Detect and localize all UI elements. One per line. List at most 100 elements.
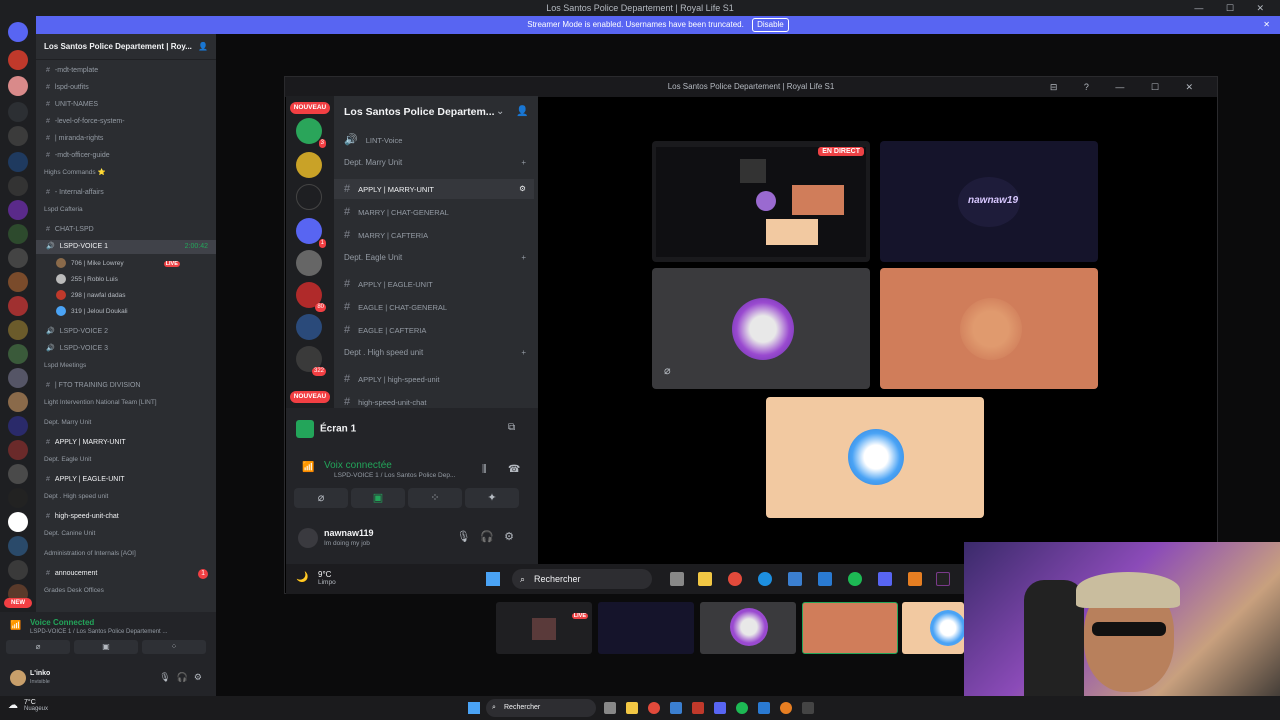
channel-category[interactable]: Dept. Canine Unit <box>36 527 216 541</box>
streaming-app-icon[interactable] <box>936 572 950 586</box>
weather-widget[interactable]: 🌙 9°C Limpo <box>296 570 336 586</box>
server-icon[interactable] <box>296 314 322 340</box>
headphones-icon[interactable]: 🎧 <box>480 531 504 543</box>
channel-item[interactable]: # APPLY | EAGLE-UNIT <box>334 274 534 294</box>
popout-icon[interactable]: ⧉ <box>508 422 515 433</box>
server-icon[interactable]: 80 <box>296 282 326 312</box>
task-view-icon[interactable] <box>604 702 616 714</box>
weather-widget[interactable]: 7°C Nuageux <box>24 699 48 712</box>
noise-suppression-icon[interactable]: ⫼ <box>482 464 487 475</box>
user-tile[interactable]: ⌀ <box>652 268 870 389</box>
nouveau-badge[interactable]: NOUVEAU <box>290 102 330 114</box>
server-icon[interactable] <box>8 176 28 196</box>
microphone-icon[interactable]: 🎙 <box>159 672 176 682</box>
channel-item[interactable]: # -mdt-template <box>36 64 216 78</box>
channel-item[interactable]: # annoucement 1 <box>36 567 216 581</box>
channel-category[interactable]: Light Intervention National Team [LINT] <box>36 396 216 410</box>
avatar[interactable] <box>298 528 318 548</box>
server-icon[interactable] <box>8 464 28 484</box>
channel-item[interactable]: # EAGLE | CHAT-GENERAL <box>334 297 534 317</box>
add-channel-icon[interactable]: + <box>521 153 526 173</box>
microphone-icon[interactable]: 🎙 <box>456 531 480 543</box>
channel-item[interactable]: # | miranda-rights <box>36 132 216 146</box>
server-icon[interactable] <box>8 344 28 364</box>
channel-category[interactable]: Dept. Marry Unit + <box>334 153 534 173</box>
taskbar-search[interactable]: ⌕ Rechercher <box>512 569 652 589</box>
file-explorer-icon[interactable] <box>698 572 712 586</box>
nouveau-badge[interactable]: NOUVEAU <box>290 391 330 403</box>
gear-icon[interactable]: ⚙ <box>504 531 524 543</box>
user-tile[interactable]: nawnaw19 <box>880 141 1098 262</box>
channel-item[interactable]: # APPLY | EAGLE-UNIT <box>36 473 216 487</box>
discord-home-icon[interactable] <box>8 22 28 42</box>
server-icon[interactable] <box>296 184 322 210</box>
stream-tile[interactable]: EN DIRECT <box>652 141 870 262</box>
chrome-icon[interactable] <box>648 702 660 714</box>
channel-category[interactable]: Dept. Eagle Unit <box>36 453 216 467</box>
server-icon[interactable] <box>8 152 28 172</box>
disable-streamer-button[interactable]: Disable <box>752 18 789 32</box>
server-icon[interactable] <box>296 152 322 178</box>
spotify-icon[interactable] <box>736 702 748 714</box>
gear-icon[interactable]: ⚙ <box>519 179 526 199</box>
app-icon[interactable] <box>692 702 704 714</box>
store-icon[interactable] <box>788 572 802 586</box>
vscode-icon[interactable] <box>818 572 832 586</box>
channel-category[interactable]: Dept. Eagle Unit + <box>334 248 534 268</box>
channel-category[interactable]: Dept . High speed unit <box>36 490 216 504</box>
channel-item[interactable]: # MARRY | CHAT-GENERAL <box>334 202 534 222</box>
add-member-icon[interactable]: 👤 <box>198 42 208 51</box>
chrome-icon[interactable] <box>728 572 742 586</box>
stream-thumbnail[interactable]: LIVE <box>496 602 592 654</box>
channel-category[interactable]: Dept . High speed unit + <box>334 343 534 363</box>
discord-icon[interactable] <box>714 702 726 714</box>
channel-item[interactable]: 🔊 LSPD-VOICE 1 2:00:42 <box>36 240 216 254</box>
user-thumbnail[interactable] <box>802 602 898 654</box>
channel-category[interactable]: Highs Commands ⭐ <box>36 166 216 180</box>
voice-connected-label[interactable]: Voix connectée <box>324 460 392 471</box>
screen-share-icon[interactable]: ▣ <box>74 640 138 654</box>
voice-user[interactable]: 319 | Jeloul Doukali <box>56 305 128 319</box>
user-tile[interactable] <box>766 397 984 518</box>
screen-share-icon[interactable]: ▣ <box>351 488 405 508</box>
task-view-icon[interactable] <box>670 572 684 586</box>
server-icon[interactable] <box>8 102 28 122</box>
channel-item[interactable]: # high-speed-unit-chat <box>36 510 216 524</box>
user-thumbnail[interactable] <box>700 602 796 654</box>
vscode-icon[interactable] <box>758 702 770 714</box>
channel-item[interactable]: # CHAT-LSPD <box>36 223 216 237</box>
channel-item[interactable]: 🔊 LSPD-VOICE 2 <box>36 325 216 339</box>
server-icon[interactable] <box>8 368 28 388</box>
microphone-app-icon[interactable] <box>908 572 922 586</box>
channel-item[interactable]: # -level-of-force-system- <box>36 115 216 129</box>
server-icon[interactable] <box>8 224 28 244</box>
add-channel-icon[interactable]: + <box>521 343 526 363</box>
edge-icon[interactable] <box>758 572 772 586</box>
server-icon[interactable] <box>8 296 28 316</box>
server-icon[interactable] <box>8 560 28 580</box>
new-badge[interactable]: NEW <box>4 598 32 608</box>
discord-icon[interactable] <box>878 572 892 586</box>
server-icon[interactable] <box>8 248 28 268</box>
channel-item[interactable]: 🔊 LINT-Voice <box>334 130 534 150</box>
app-icon[interactable] <box>802 702 814 714</box>
server-icon[interactable] <box>8 440 28 460</box>
server-icon[interactable] <box>8 126 28 146</box>
inner-server-name[interactable]: Los Santos Police Departem... <box>344 106 495 118</box>
taskbar-search[interactable]: ⌕ Rechercher <box>486 699 596 717</box>
channel-category[interactable]: Administration of Internals [AOI] <box>36 547 216 561</box>
camera-off-icon[interactable]: ⌀ <box>294 488 348 508</box>
channel-item[interactable]: # | FTO TRAINING DIVISION <box>36 379 216 393</box>
user-tile[interactable] <box>880 268 1098 389</box>
server-icon[interactable] <box>8 488 28 508</box>
server-icon[interactable] <box>8 200 28 220</box>
channel-item[interactable]: # APPLY | MARRY-UNIT <box>36 436 216 450</box>
channel-item[interactable]: # EAGLE | CAFTERIA <box>334 320 534 340</box>
close-icon[interactable]: ✕ <box>1263 16 1270 34</box>
soundboard-icon[interactable]: ✦ <box>465 488 519 508</box>
user-thumbnail[interactable] <box>598 602 694 654</box>
server-icon[interactable] <box>8 512 28 532</box>
windows-start-icon[interactable] <box>486 572 500 586</box>
add-channel-icon[interactable]: + <box>521 248 526 268</box>
voice-user[interactable]: 255 | Roblo Luis <box>56 273 118 287</box>
